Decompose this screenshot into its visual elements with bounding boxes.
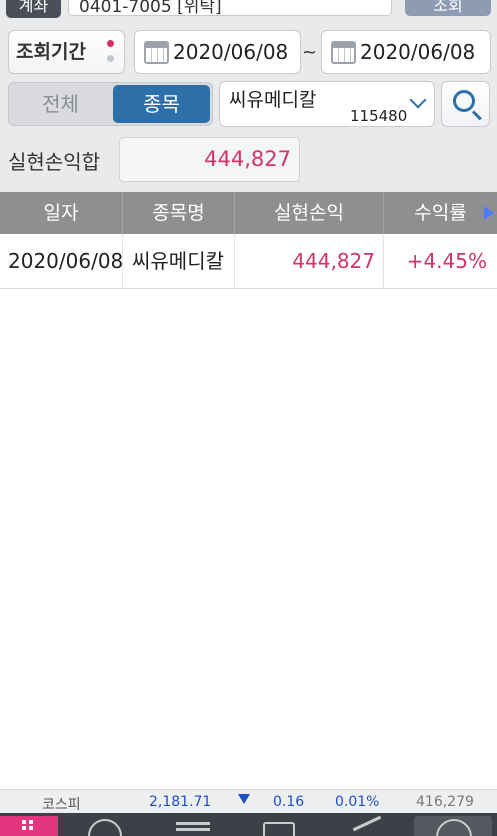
search-button[interactable]: [441, 81, 490, 127]
bottom-nav: [0, 813, 497, 836]
search-icon-handle: [471, 110, 482, 121]
stock-select[interactable]: 씨유메디칼 115480: [219, 81, 435, 127]
account-label-button[interactable]: 계좌: [6, 0, 61, 18]
calendar-icon: [144, 41, 169, 64]
stock-name: 씨유메디칼: [229, 89, 317, 111]
period-button[interactable]: 조회기간: [8, 30, 125, 74]
header-stock-name[interactable]: 종목명: [123, 192, 235, 234]
account-bar: 계좌 0401-7005 [위탁] 조회: [0, 0, 497, 22]
date-separator: ~: [302, 42, 318, 63]
scroll-right-icon[interactable]: [484, 206, 494, 220]
header-return-rate[interactable]: 수익률: [384, 192, 497, 234]
cell-realized-profit: 444,827: [235, 234, 384, 288]
calendar-icon: [331, 41, 356, 64]
segment-all-button[interactable]: 전체: [11, 85, 110, 123]
chevron-down-icon: [409, 91, 427, 109]
search-icon: [453, 90, 475, 112]
period-dot-inactive: [107, 55, 114, 62]
chart-trend-icon[interactable]: [352, 815, 382, 832]
ticker-change-pct: 0.01%: [335, 794, 380, 810]
table-header: 일자 종목명 실현손익 수익률: [0, 192, 497, 234]
circle-icon[interactable]: [88, 819, 122, 836]
start-date-text: 2020/06/08: [173, 40, 289, 64]
cell-stock-name: 씨유메디칼: [123, 234, 235, 288]
stock-code: 115480: [350, 107, 408, 125]
filter-panel: 조회기간 2020/06/08 ~ 2020/06/08 전체 종목 씨유메디칼…: [0, 22, 497, 192]
market-ticker[interactable]: 코스피 2,181.71 0.16 0.01% 416,279: [0, 789, 497, 813]
cell-date: 2020/06/08: [0, 234, 123, 288]
down-arrow-icon: [238, 794, 250, 804]
end-date-field[interactable]: 2020/06/08: [321, 30, 491, 74]
scope-segment: 전체 종목: [8, 82, 213, 126]
cell-return-rate: +4.45%: [406, 249, 487, 273]
table-row[interactable]: 2020/06/08 씨유메디칼 444,827 +4.45%: [0, 234, 497, 289]
period-button-label: 조회기간: [16, 41, 86, 63]
ticker-change: 0.16: [273, 794, 305, 810]
account-select[interactable]: 0401-7005 [위탁]: [68, 0, 392, 17]
ticker-index-name: 코스피: [42, 797, 81, 813]
account-query-button[interactable]: 조회: [405, 0, 491, 16]
period-dot-active: [107, 40, 114, 47]
header-return-rate-label: 수익률: [414, 202, 467, 224]
header-realized-profit[interactable]: 실현손익: [235, 192, 384, 234]
segment-stock-button[interactable]: 종목: [113, 85, 210, 123]
summary-value: 444,827: [119, 137, 300, 182]
brand-w-icon[interactable]: [414, 816, 492, 836]
ticker-index-value: 2,181.71: [149, 794, 212, 810]
summary-label: 실현손익합: [8, 150, 100, 174]
transfer-icon[interactable]: [263, 822, 295, 836]
period-dots: [107, 40, 115, 66]
menu-grid-icon[interactable]: [0, 816, 58, 836]
ticker-volume: 416,279: [416, 794, 474, 810]
header-date[interactable]: 일자: [0, 192, 123, 234]
order-lines-icon[interactable]: [176, 822, 210, 825]
end-date-text: 2020/06/08: [360, 40, 476, 64]
start-date-field[interactable]: 2020/06/08: [134, 30, 301, 74]
